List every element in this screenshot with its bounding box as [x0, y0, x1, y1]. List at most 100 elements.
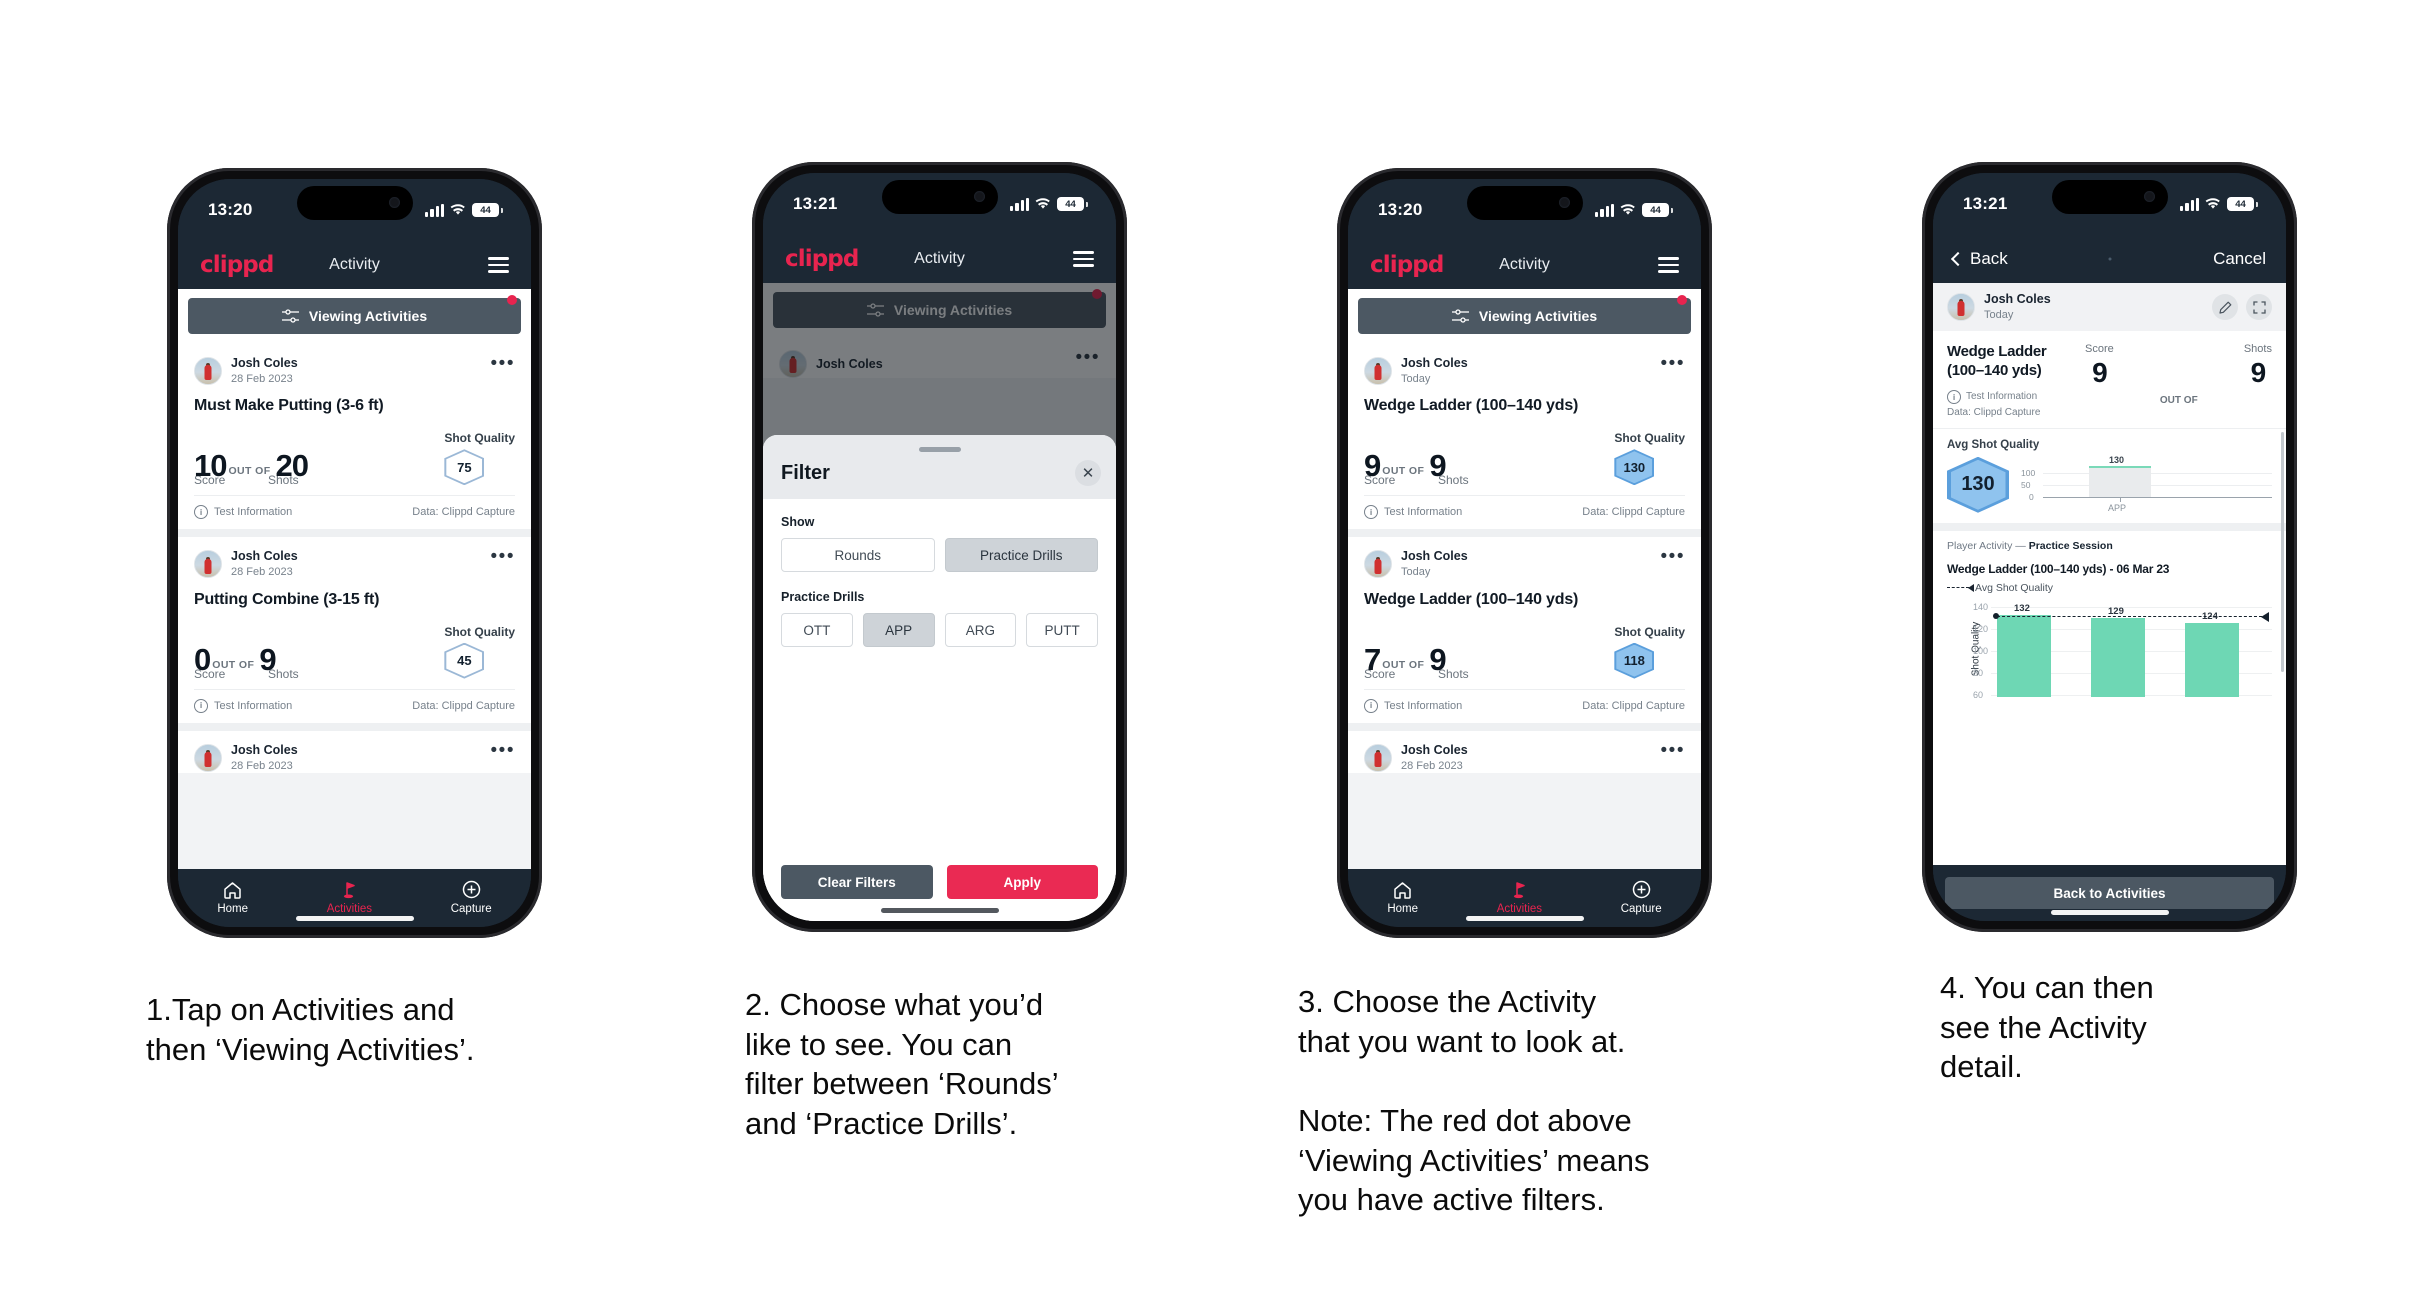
- home-indicator: [295, 916, 414, 921]
- avg-shot-quality-label: Avg Shot Quality: [1947, 438, 2040, 451]
- tab-home[interactable]: Home: [217, 880, 248, 915]
- phone-filter-sheet: 13:21 44 clippd Activity Filter ✕ Show R…: [752, 162, 1127, 932]
- shots-label: Shots: [2243, 343, 2272, 356]
- hamburger-menu-icon[interactable]: [1073, 251, 1094, 267]
- activity-date: 28 Feb 2023: [231, 373, 293, 385]
- shot-quality-value: 118: [1616, 644, 1653, 677]
- tab-capture[interactable]: Capture: [451, 880, 492, 915]
- page-title: Activity: [1499, 256, 1550, 273]
- info-icon: i: [1364, 698, 1378, 713]
- chart-legend: Avg Shot Quality: [1947, 582, 2272, 594]
- score-value: 0: [194, 641, 211, 677]
- phone-activities-list: 13:20 44 clippd Activity Viewing Activit…: [167, 168, 542, 938]
- drill-option-putt[interactable]: PUTT: [1026, 613, 1098, 647]
- battery-level: 44: [1642, 203, 1669, 217]
- user-name: Josh Coles: [1401, 549, 1468, 564]
- activity-card[interactable]: Josh Coles Today ••• Wedge Ladder (100–1…: [1348, 344, 1701, 530]
- activity-card[interactable]: Josh Coles Today ••• Wedge Ladder (100–1…: [1348, 537, 1701, 723]
- user-name: Josh Coles: [231, 742, 298, 757]
- tab-home[interactable]: Home: [1387, 880, 1418, 915]
- avg-shot-quality-value: 130: [1950, 459, 2006, 510]
- show-option-practice-drills[interactable]: Practice Drills: [944, 538, 1098, 572]
- user-name: Josh Coles: [231, 356, 298, 370]
- cancel-button[interactable]: Cancel: [2213, 249, 2266, 269]
- notch: [2051, 180, 2168, 214]
- chevron-left-icon: [1950, 251, 1966, 267]
- hamburger-menu-icon[interactable]: [488, 257, 509, 273]
- activity-card-partial[interactable]: Josh Coles 28 Feb 2023 •••: [178, 730, 531, 773]
- card-overflow-menu-icon[interactable]: •••: [1661, 741, 1685, 760]
- activity-card-partial[interactable]: Josh Coles 28 Feb 2023 •••: [1348, 730, 1701, 773]
- golf-flag-icon: [340, 880, 359, 900]
- activity-card[interactable]: Josh Coles 28 Feb 2023 ••• Must Make Put…: [178, 344, 531, 530]
- player-activity-value: Practice Session: [2028, 539, 2113, 552]
- home-icon: [223, 880, 242, 900]
- activity-date: Today: [1984, 309, 2014, 321]
- back-label: Back: [1970, 249, 2008, 268]
- show-option-rounds[interactable]: Rounds: [781, 538, 935, 572]
- close-icon[interactable]: ✕: [1075, 460, 1101, 486]
- score-value: 9: [2092, 357, 2108, 389]
- tab-capture-label: Capture: [1620, 902, 1662, 915]
- card-overflow-menu-icon[interactable]: •••: [1661, 547, 1685, 566]
- tab-capture-label: Capture: [450, 902, 492, 915]
- shot-quality-label: Shot Quality: [1614, 431, 1685, 446]
- data-source-label: Data: Clippd Capture: [412, 506, 515, 519]
- battery-icon: 44: [1642, 203, 1673, 217]
- tab-capture[interactable]: Capture: [1621, 880, 1662, 915]
- active-filter-badge: [1677, 295, 1687, 305]
- back-to-activities-button[interactable]: Back to Activities: [1945, 877, 2274, 909]
- card-overflow-menu-icon[interactable]: •••: [491, 547, 515, 566]
- screen-content: Viewing Activities Josh Coles •••: [763, 283, 1116, 921]
- home-indicator: [2050, 910, 2169, 915]
- screen-content: Viewing Activities Josh Coles Today ••• …: [1348, 289, 1701, 869]
- drill-option-ott[interactable]: OTT: [781, 613, 853, 647]
- shots-value: 9: [1429, 641, 1446, 677]
- avatar: [194, 743, 222, 772]
- mini-chart-data-label: 130: [2109, 454, 2125, 465]
- scrollbar[interactable]: [2281, 431, 2284, 672]
- detail-user-bar: Josh Coles Today: [1933, 283, 2286, 332]
- filter-title: Filter: [781, 462, 830, 484]
- chart-bar: [2185, 622, 2239, 697]
- status-time: 13:21: [793, 194, 838, 213]
- filter-sheet-header: Filter ✕: [763, 435, 1116, 499]
- test-information-label: Test Information: [1966, 391, 2038, 403]
- card-overflow-menu-icon[interactable]: •••: [491, 354, 515, 373]
- activity-date: Today: [1401, 373, 1431, 385]
- clear-filters-button[interactable]: Clear Filters: [781, 865, 933, 899]
- detail-nav-bar: Back Cancel: [1933, 235, 2286, 283]
- drag-handle[interactable]: [918, 447, 961, 452]
- hamburger-menu-icon[interactable]: [1658, 257, 1679, 273]
- battery-level: 44: [2227, 197, 2254, 211]
- drill-option-arg[interactable]: ARG: [944, 613, 1017, 647]
- drill-option-app[interactable]: APP: [862, 613, 935, 647]
- tab-activities[interactable]: Activities: [1497, 880, 1542, 915]
- score-value: 10: [194, 448, 227, 484]
- data-source-label: Data: Clippd Capture: [412, 699, 515, 712]
- shot-quality-value: 45: [446, 644, 483, 677]
- chart-legend-label: Avg Shot Quality: [1975, 581, 2054, 594]
- back-button[interactable]: Back: [1950, 249, 2008, 269]
- status-time: 13:21: [1963, 194, 2008, 213]
- activity-card[interactable]: Josh Coles 28 Feb 2023 ••• Putting Combi…: [178, 537, 531, 723]
- viewing-activities-button[interactable]: Viewing Activities: [1358, 295, 1691, 334]
- expand-icon[interactable]: [2246, 294, 2272, 321]
- card-overflow-menu-icon[interactable]: •••: [1661, 354, 1685, 373]
- card-overflow-menu-icon[interactable]: •••: [491, 741, 515, 760]
- chart-bar: [2091, 617, 2145, 697]
- player-activity-row: Player Activity — Practice Session: [1933, 522, 2286, 552]
- shot-quality-chart: Wedge Ladder (100–140 yds) - 06 Mar 23 A…: [1933, 431, 2286, 700]
- cellular-icon: [425, 203, 444, 217]
- activity-date: 28 Feb 2023: [231, 566, 293, 579]
- apply-button[interactable]: Apply: [946, 865, 1098, 899]
- notch: [881, 180, 998, 214]
- out-of-label: OUT OF: [1382, 658, 1425, 671]
- filter-bar-container: Viewing Activities: [1348, 289, 1701, 344]
- clippd-logo: clippd: [200, 252, 274, 278]
- viewing-activities-label: Viewing Activities: [1478, 308, 1598, 324]
- tab-activities[interactable]: Activities: [327, 880, 372, 915]
- chart-ytick: 80: [1973, 667, 1984, 678]
- viewing-activities-button[interactable]: Viewing Activities: [188, 295, 521, 334]
- pencil-icon[interactable]: [2212, 294, 2238, 321]
